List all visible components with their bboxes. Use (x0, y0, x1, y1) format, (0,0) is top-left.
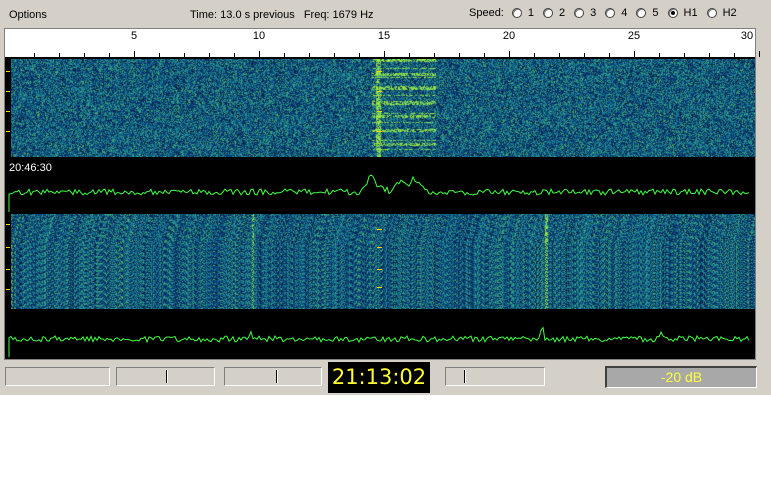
waterfall-marker (6, 111, 10, 112)
ruler-tick (184, 53, 185, 57)
ruler-tick (409, 53, 410, 57)
ruler-tick (234, 53, 235, 57)
clock-display: 21:13:02 (328, 362, 430, 393)
slider-thumb[interactable] (464, 370, 465, 383)
waterfall-marker (6, 247, 10, 248)
radio-icon (574, 8, 585, 18)
spectrogram-display: 5 10 15 20 25 30 20:46:30 (4, 28, 760, 360)
brightness-slider[interactable] (445, 367, 545, 386)
ruler-tick (434, 53, 435, 57)
speed-radio-4[interactable]: 4 (605, 7, 627, 19)
ruler-tick (109, 53, 110, 57)
spectrum-line (8, 174, 750, 212)
ruler-tick (209, 53, 210, 57)
ruler-tick (459, 53, 460, 57)
spectrum-line (8, 326, 750, 357)
ruler-label: 5 (130, 30, 138, 42)
ruler-tick (259, 51, 260, 57)
speed-radio-5[interactable]: 5 (636, 7, 659, 19)
ruler-tick (84, 53, 85, 57)
waterfall-marker (6, 269, 10, 270)
speed-radio-h1[interactable]: H1 (667, 7, 698, 19)
waterfall-marker (6, 289, 10, 290)
waterfall-marker (377, 71, 382, 72)
ruler-tick (359, 53, 360, 57)
ruler-tick (284, 53, 285, 57)
speed-selector: Speed: 1 2 3 4 5 H1 H2 (469, 7, 746, 19)
ruler-tick (534, 53, 535, 57)
speed-option-label: H2 (722, 7, 737, 19)
options-menu[interactable]: Options (9, 9, 47, 21)
ruler-label: 20 (502, 30, 516, 42)
top-toolbar: Options Time: 13.0 s previous Freq: 1679… (0, 0, 771, 28)
status-readout: Time: 13.0 s previous Freq: 1679 Hz (190, 9, 374, 21)
ruler-label: 30 (740, 30, 754, 42)
ruler-tick (709, 53, 710, 57)
ruler-tick (159, 53, 160, 57)
radio-icon (605, 8, 616, 18)
ruler-tick (34, 53, 35, 57)
gain-slider[interactable] (116, 367, 215, 386)
freq-readout: Freq: 1679 Hz (303, 9, 374, 21)
ruler-tick (659, 53, 660, 57)
waterfall-marker (6, 131, 10, 132)
speed-radio-3[interactable]: 3 (574, 7, 596, 19)
ruler-tick (559, 53, 560, 57)
frequency-ruler: 5 10 15 20 25 30 (5, 29, 760, 57)
waterfall-marker (377, 287, 382, 288)
ruler-tick (509, 51, 510, 57)
waterfall-marker (6, 91, 10, 92)
spectrum-lab-window: Options Time: 13.0 s previous Freq: 1679… (0, 0, 771, 395)
waterfall-marker (377, 269, 382, 270)
speed-radio-h2[interactable]: H2 (706, 7, 737, 19)
bottom-controls: 21:13:02 -20 dB (0, 361, 771, 395)
slider-thumb[interactable] (276, 370, 277, 383)
ruler-tick (309, 53, 310, 57)
speed-option-label: 2 (559, 7, 566, 19)
speed-option-label: 3 (590, 7, 597, 19)
waterfall-marker (377, 131, 382, 132)
radio-icon (543, 8, 553, 18)
waterfall-lower (11, 214, 755, 309)
waterfall-upper (11, 59, 755, 157)
speed-label: Speed: (469, 7, 504, 19)
slider-thumb[interactable] (166, 370, 167, 383)
ruler-tick (609, 53, 610, 57)
radio-icon (667, 8, 678, 18)
waterfall-marker (6, 224, 10, 225)
ruler-tick (684, 53, 685, 57)
info-field (5, 367, 110, 386)
ruler-tick (759, 51, 760, 57)
radio-icon (706, 8, 717, 18)
ruler-label: 10 (252, 30, 266, 42)
waterfall-marker (377, 111, 382, 112)
ruler-tick (384, 51, 385, 57)
speed-radio-2[interactable]: 2 (543, 7, 565, 19)
ruler-label: 15 (377, 30, 391, 42)
waterfall-marker (377, 91, 382, 92)
speed-radio-1[interactable]: 1 (511, 7, 534, 19)
ruler-tick (734, 53, 735, 57)
ruler-tick (634, 51, 635, 57)
contrast-slider[interactable] (224, 367, 322, 386)
ruler-tick (334, 53, 335, 57)
radio-icon (511, 8, 522, 18)
waterfall-marker (377, 229, 382, 230)
speed-option-label: 5 (652, 7, 659, 19)
level-meter: -20 dB (605, 366, 757, 388)
spectrum-trace-upper (8, 174, 750, 212)
waterfall-marker (6, 71, 10, 72)
radio-icon (636, 8, 647, 18)
speed-option-label: 4 (621, 7, 628, 19)
ruler-tick (134, 51, 135, 57)
waterfall-marker (377, 247, 382, 248)
time-readout: Time: 13.0 s previous (190, 9, 295, 21)
ruler-tick (484, 53, 485, 57)
speed-option-label: H1 (683, 7, 698, 19)
ruler-tick (59, 53, 60, 57)
ruler-tick (584, 53, 585, 57)
ruler-label: 25 (627, 30, 641, 42)
spectrum-trace-lower (8, 326, 750, 357)
speed-option-label: 1 (527, 7, 534, 19)
